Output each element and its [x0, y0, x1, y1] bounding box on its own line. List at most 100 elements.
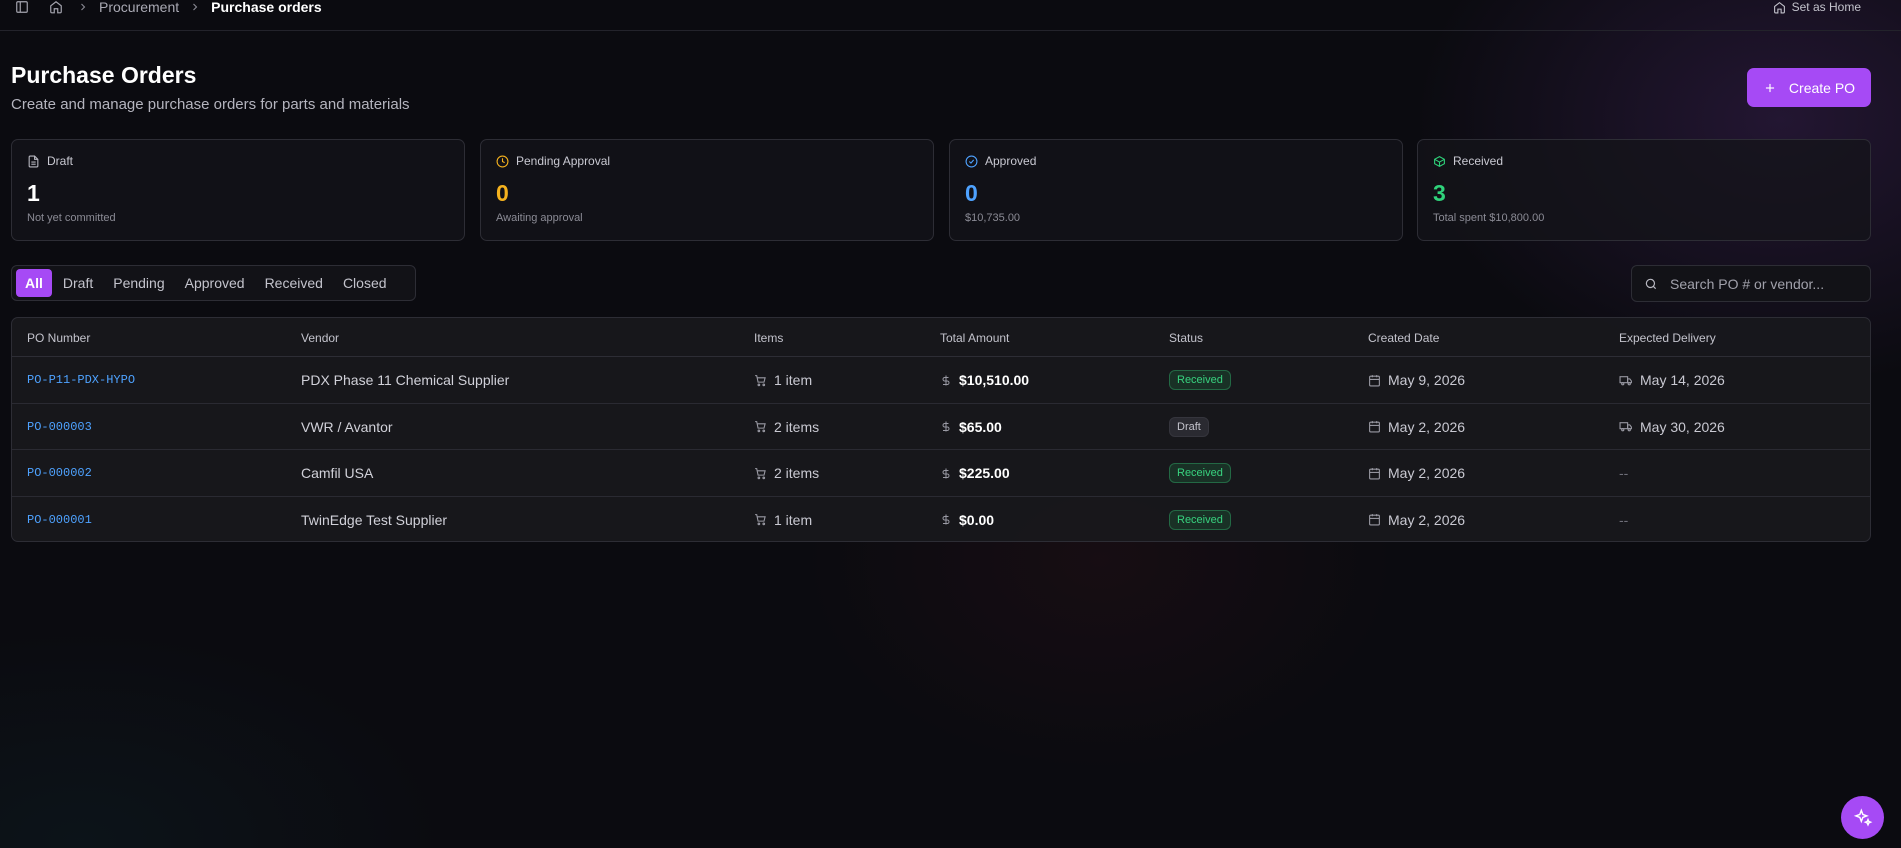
stat-card-draft: Draft 1 Not yet committed [11, 139, 465, 241]
stat-value: 3 [1433, 180, 1446, 206]
ai-assistant-button[interactable] [1841, 796, 1884, 839]
dollar-icon [940, 467, 952, 480]
stat-card-received: Received 3 Total spent $10,800.00 [1417, 139, 1871, 241]
home-icon[interactable] [45, 0, 67, 18]
dollar-icon [940, 513, 952, 526]
calendar-icon [1368, 374, 1381, 387]
po-number-link[interactable]: PO-000003 [27, 404, 92, 450]
home-icon [1773, 1, 1786, 14]
create-po-label: Create PO [1788, 79, 1856, 96]
tab-all[interactable]: All [16, 269, 52, 297]
column-header-vendor[interactable]: Vendor [301, 331, 339, 345]
chevron-right-icon [189, 1, 201, 13]
cart-icon [754, 467, 767, 480]
stat-card-approved: Approved 0 $10,735.00 [949, 139, 1403, 241]
calendar-icon [1368, 420, 1381, 433]
vendor-name: PDX Phase 11 Chemical Supplier [301, 372, 510, 388]
set-as-home-button[interactable]: Set as Home [1773, 0, 1861, 18]
column-header-total-amount[interactable]: Total Amount [940, 331, 1009, 345]
status-badge: Received [1169, 463, 1231, 483]
dollar-icon [940, 374, 952, 387]
total-amount: $65.00 [959, 418, 1002, 435]
tab-approved[interactable]: Approved [176, 269, 254, 297]
calendar-icon [1368, 513, 1381, 526]
calendar-icon [1368, 467, 1381, 480]
column-header-status[interactable]: Status [1169, 331, 1203, 345]
status-badge: Draft [1169, 416, 1209, 437]
stat-subtext: Awaiting approval [496, 212, 583, 224]
stat-label: Draft [47, 154, 74, 168]
stat-subtext: Total spent $10,800.00 [1433, 212, 1545, 224]
stat-card-pending-approval: Pending Approval 0 Awaiting approval [480, 139, 934, 241]
sidebar-toggle-icon[interactable] [11, 0, 33, 18]
table-row[interactable]: PO-P11-PDX-HYPO PDX Phase 11 Chemical Su… [12, 357, 1870, 404]
stat-value: 0 [496, 180, 509, 206]
status-filter-tabs: All Draft Pending Approved Received Clos… [11, 265, 416, 301]
created-date: May 9, 2026 [1388, 372, 1466, 388]
stat-value: 0 [965, 180, 978, 206]
vendor-name: VWR / Avantor [301, 418, 393, 435]
created-date: May 2, 2026 [1388, 511, 1466, 528]
chevron-right-icon [77, 1, 89, 13]
search-input[interactable] [1670, 275, 1860, 292]
po-number-link[interactable]: PO-000002 [27, 450, 92, 496]
table-row[interactable]: PO-000001 TwinEdge Test Supplier 1 item … [12, 497, 1870, 542]
item-count: 2 items [774, 418, 820, 435]
stat-label: Received [1453, 154, 1504, 168]
tab-draft[interactable]: Draft [54, 269, 102, 297]
page-subtitle: Create and manage purchase orders for pa… [11, 96, 410, 113]
stat-label: Approved [985, 154, 1037, 168]
total-amount: $0.00 [959, 511, 995, 528]
sparkles-icon [1853, 807, 1873, 828]
page-title: Purchase Orders [11, 62, 197, 88]
breadcrumb-procurement[interactable]: Procurement [99, 0, 179, 15]
tab-pending[interactable]: Pending [104, 269, 173, 297]
create-po-button[interactable]: Create PO [1747, 68, 1871, 107]
stat-label: Pending Approval [516, 154, 611, 168]
cart-icon [754, 513, 767, 526]
truck-icon [1619, 374, 1633, 387]
set-as-home-label: Set as Home [1791, 0, 1861, 14]
vendor-name: TwinEdge Test Supplier [301, 511, 448, 528]
expected-delivery-date: May 30, 2026 [1640, 418, 1725, 435]
check-circle-icon [965, 155, 978, 168]
stat-subtext: Not yet committed [27, 212, 116, 224]
breadcrumb-purchase-orders: Purchase orders [211, 0, 322, 15]
column-header-po-number[interactable]: PO Number [27, 331, 90, 345]
cart-icon [754, 420, 767, 433]
stat-subtext: $10,735.00 [965, 212, 1021, 224]
search-box [1631, 265, 1871, 302]
table-header: PO Number Vendor Items Total Amount Stat… [12, 318, 1870, 357]
expected-delivery-date: -- [1619, 511, 1629, 528]
total-amount: $225.00 [959, 465, 1010, 481]
top-bar: Procurement Purchase orders Set as Home [0, 0, 1901, 31]
column-header-created-date[interactable]: Created Date [1368, 331, 1439, 345]
vendor-name: Camfil USA [301, 465, 374, 481]
created-date: May 2, 2026 [1388, 465, 1466, 481]
plus-icon [1763, 81, 1777, 95]
item-count: 2 items [774, 465, 820, 481]
table-row[interactable]: PO-000002 Camfil USA 2 items $225.00 Rec… [12, 450, 1870, 497]
tab-closed[interactable]: Closed [334, 269, 396, 297]
search-icon [1644, 277, 1658, 291]
truck-icon [1619, 420, 1633, 433]
package-icon [1433, 155, 1446, 168]
created-date: May 2, 2026 [1388, 418, 1466, 435]
status-badge: Received [1169, 370, 1231, 390]
clock-icon [496, 155, 509, 168]
column-header-items[interactable]: Items [754, 331, 783, 345]
breadcrumb: Procurement Purchase orders [45, 0, 322, 18]
item-count: 1 item [774, 372, 813, 388]
cart-icon [754, 374, 767, 387]
po-number-link[interactable]: PO-P11-PDX-HYPO [27, 357, 135, 403]
tab-received[interactable]: Received [256, 269, 332, 297]
dollar-icon [940, 420, 952, 433]
po-number-link[interactable]: PO-000001 [27, 497, 92, 542]
status-badge: Received [1169, 509, 1231, 530]
column-header-expected-delivery[interactable]: Expected Delivery [1619, 331, 1716, 345]
total-amount: $10,510.00 [959, 372, 1030, 388]
expected-delivery-date: -- [1619, 465, 1629, 481]
table-row[interactable]: PO-000003 VWR / Avantor 2 items $65.00 D… [12, 404, 1870, 450]
stat-value: 1 [27, 180, 40, 206]
expected-delivery-date: May 14, 2026 [1640, 372, 1725, 388]
